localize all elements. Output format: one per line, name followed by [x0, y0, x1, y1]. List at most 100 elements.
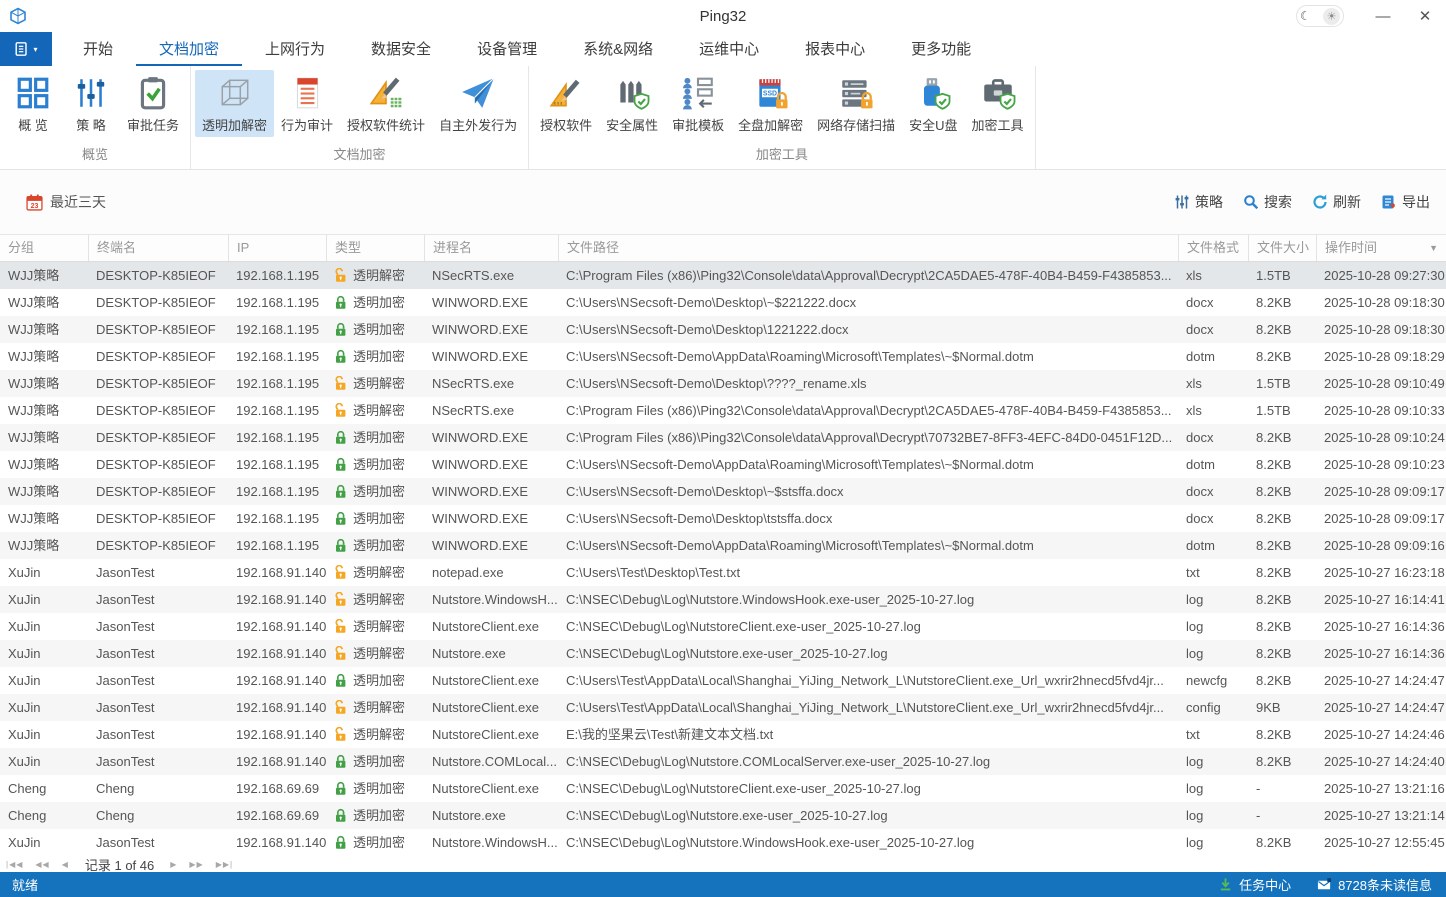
ribbon-button-grid[interactable]: 概 览: [4, 70, 62, 137]
table-row[interactable]: XuJinJasonTest192.168.91.140透明解密Nutstore…: [0, 613, 1446, 640]
type-label: 透明解密: [353, 721, 405, 748]
tab-0[interactable]: 开始: [60, 32, 136, 66]
tab-1[interactable]: 文档加密: [136, 32, 242, 66]
policy-button[interactable]: 策略: [1174, 192, 1223, 212]
cell-type: 透明加密: [326, 451, 424, 478]
lock-closed-icon: [334, 781, 347, 796]
table-row[interactable]: WJJ策略DESKTOP-K85IEOF192.168.1.195透明加密WIN…: [0, 451, 1446, 478]
lock-closed-icon: [334, 484, 347, 499]
table-row[interactable]: WJJ策略DESKTOP-K85IEOF192.168.1.195透明解密NSe…: [0, 370, 1446, 397]
table-row[interactable]: XuJinJasonTest192.168.91.140透明加密Nutstore…: [0, 829, 1446, 856]
fast-prev-button[interactable]: ◀◀: [29, 860, 55, 869]
cell-process: Nutstore.WindowsH...: [424, 829, 558, 856]
column-header-format[interactable]: 文件格式: [1178, 235, 1248, 261]
cell-process: NSecRTS.exe: [424, 262, 558, 289]
table-row[interactable]: WJJ策略DESKTOP-K85IEOF192.168.1.195透明加密WIN…: [0, 289, 1446, 316]
column-header-ip[interactable]: IP: [228, 235, 326, 261]
date-filter-button[interactable]: 23 最近三天: [26, 192, 106, 212]
table-row[interactable]: XuJinJasonTest192.168.91.140透明解密Nutstore…: [0, 721, 1446, 748]
cell-type: 透明加密: [326, 289, 424, 316]
cell-time: 2025-10-28 09:10:49: [1316, 370, 1446, 397]
table-body: WJJ策略DESKTOP-K85IEOF 192.168.1.195 透明解密 NSe…: [0, 262, 1446, 856]
fast-next-button[interactable]: ▶▶: [183, 860, 209, 869]
ribbon-button-org-template[interactable]: 审批模板: [665, 70, 731, 137]
ribbon-button-ruler-pencil[interactable]: 授权软件: [533, 70, 599, 137]
table-row[interactable]: WJJ策略DESKTOP-K85IEOF192.168.1.195透明加密WIN…: [0, 424, 1446, 451]
cell-process: WINWORD.EXE: [424, 532, 558, 559]
cell-terminal: Cheng: [88, 802, 228, 829]
last-page-button[interactable]: ▶▶|: [210, 860, 239, 869]
ribbon-button-ruler-pencil-sheet[interactable]: 授权软件统计: [340, 70, 432, 137]
cell-ip: 192.168.1.195: [228, 262, 326, 289]
refresh-button[interactable]: 刷新: [1312, 192, 1361, 212]
column-header-terminal[interactable]: 终端名: [88, 235, 228, 261]
server-lock-icon: [838, 75, 874, 111]
type-label: 透明解密: [353, 559, 405, 586]
table-row[interactable]: ChengCheng192.168.69.69透明加密Nutstore.exeC…: [0, 802, 1446, 829]
ribbon-button-ssd-lock[interactable]: SSD全盘加解密: [731, 70, 810, 137]
tab-8[interactable]: 更多功能: [888, 32, 994, 66]
cell-format: docx: [1178, 316, 1248, 343]
ribbon-button-audit-doc[interactable]: 行为审计: [274, 70, 340, 137]
type-label: 透明加密: [353, 667, 405, 694]
sliders-icon: [73, 75, 109, 111]
lock-open-icon: [334, 592, 347, 607]
column-header-path[interactable]: 文件路径: [558, 235, 1178, 261]
theme-toggle[interactable]: ☾ ☀: [1296, 5, 1344, 27]
table-row[interactable]: XuJinJasonTest192.168.91.140透明解密Nutstore…: [0, 586, 1446, 613]
table-row[interactable]: XuJinJasonTest192.168.91.140透明解密Nutstore…: [0, 694, 1446, 721]
table-row[interactable]: WJJ策略DESKTOP-K85IEOF192.168.1.195透明加密WIN…: [0, 343, 1446, 370]
tab-3[interactable]: 数据安全: [348, 32, 454, 66]
tab-4[interactable]: 设备管理: [454, 32, 560, 66]
ribbon-button-briefcase-shield[interactable]: 加密工具: [965, 70, 1031, 137]
table-row[interactable]: XuJinJasonTest192.168.91.140透明解密Nutstore…: [0, 640, 1446, 667]
column-header-size[interactable]: 文件大小: [1248, 235, 1316, 261]
ribbon-button-paper-plane[interactable]: 自主外发行为: [432, 70, 524, 137]
export-button[interactable]: 导出: [1381, 192, 1430, 212]
tab-7[interactable]: 报表中心: [782, 32, 888, 66]
cell-terminal: Cheng: [88, 775, 228, 802]
table-row[interactable]: WJJ策略DESKTOP-K85IEOF192.168.1.195透明解密NSe…: [0, 262, 1446, 289]
next-page-button[interactable]: ▶: [164, 860, 183, 869]
column-filter-dropdown-icon[interactable]: ▼: [1429, 235, 1438, 261]
first-page-button[interactable]: |◀◀: [0, 860, 29, 869]
table-row[interactable]: ChengCheng192.168.69.69透明加密NutstoreClien…: [0, 775, 1446, 802]
ribbon-button-server-lock[interactable]: 网络存储扫描: [810, 70, 902, 137]
ribbon-button-fence-shield[interactable]: 安全属性: [599, 70, 665, 137]
app-menu-button[interactable]: ▾: [0, 32, 52, 66]
cell-type: 透明解密: [326, 640, 424, 667]
cell-path: E:\我的坚果云\Test\新建文本文档.txt: [558, 721, 1178, 748]
chevron-down-icon: ▾: [33, 45, 37, 54]
cell-group: WJJ策略: [0, 505, 88, 532]
tab-5[interactable]: 系统&网络: [560, 32, 676, 66]
table-row[interactable]: WJJ策略DESKTOP-K85IEOF192.168.1.195透明加密WIN…: [0, 316, 1446, 343]
close-button[interactable]: ✕: [1404, 0, 1446, 32]
column-header-type[interactable]: 类型: [326, 235, 424, 261]
cell-format: log: [1178, 748, 1248, 775]
ribbon-button-clipboard-check[interactable]: 审批任务: [120, 70, 186, 137]
column-header-process[interactable]: 进程名: [424, 235, 558, 261]
table-row[interactable]: WJJ策略DESKTOP-K85IEOF192.168.1.195透明解密NSe…: [0, 397, 1446, 424]
type-label: 透明解密: [353, 640, 405, 667]
ribbon-button-sliders[interactable]: 策 略: [62, 70, 120, 137]
ribbon-button-cube[interactable]: 透明加解密: [195, 70, 274, 137]
unread-messages-button[interactable]: 8728条未读信息: [1317, 875, 1432, 894]
task-center-button[interactable]: 任务中心: [1218, 875, 1291, 894]
minimize-button[interactable]: —: [1362, 0, 1404, 32]
table-row[interactable]: WJJ策略DESKTOP-K85IEOF192.168.1.195透明加密WIN…: [0, 532, 1446, 559]
prev-page-button[interactable]: ◀: [56, 860, 75, 869]
search-button[interactable]: 搜索: [1243, 192, 1292, 212]
table-row[interactable]: XuJinJasonTest192.168.91.140透明加密Nutstore…: [0, 667, 1446, 694]
table-row[interactable]: XuJinJasonTest192.168.91.140透明解密notepad.…: [0, 559, 1446, 586]
ribbon-button-usb-shield[interactable]: 安全U盘: [902, 70, 964, 137]
cell-terminal: DESKTOP-K85IEOF: [88, 505, 228, 532]
table-row[interactable]: WJJ策略DESKTOP-K85IEOF192.168.1.195透明加密WIN…: [0, 505, 1446, 532]
cell-type: 透明加密: [326, 748, 424, 775]
table-row[interactable]: XuJinJasonTest192.168.91.140透明加密Nutstore…: [0, 748, 1446, 775]
column-header-group[interactable]: 分组: [0, 235, 88, 261]
table-row[interactable]: WJJ策略DESKTOP-K85IEOF192.168.1.195透明加密WIN…: [0, 478, 1446, 505]
tab-6[interactable]: 运维中心: [676, 32, 782, 66]
tab-2[interactable]: 上网行为: [242, 32, 348, 66]
ribbon-button-label: 授权软件统计: [347, 115, 425, 134]
column-header-time[interactable]: 操作时间▼: [1316, 235, 1446, 261]
